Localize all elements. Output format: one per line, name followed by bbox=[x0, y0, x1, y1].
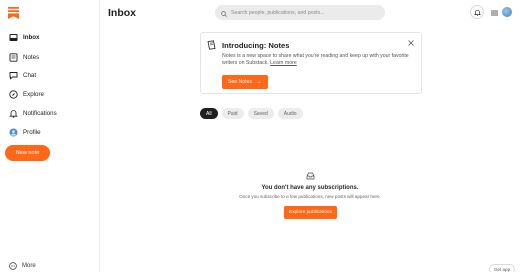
search-icon bbox=[221, 4, 227, 22]
empty-state-description: Once you subscribe to a few publications… bbox=[239, 194, 381, 199]
sidebar-item-label: Profile bbox=[23, 128, 41, 136]
sidebar: Inbox Notes Chat Explore Notifications P… bbox=[0, 0, 100, 272]
see-notes-label: See Notes bbox=[227, 79, 253, 85]
sidebar-item-label: Chat bbox=[23, 71, 37, 79]
sidebar-item-label: Notes bbox=[23, 53, 40, 61]
avatar-icon bbox=[9, 128, 18, 137]
search-input[interactable] bbox=[231, 9, 381, 16]
bell-icon bbox=[473, 3, 481, 21]
notes-intro-card: Introducing: Notes Notes is a new space … bbox=[200, 32, 422, 94]
notes-card-title: Introducing: Notes bbox=[222, 41, 290, 50]
sidebar-item-label: Notifications bbox=[23, 109, 57, 117]
close-icon[interactable] bbox=[407, 39, 415, 47]
sidebar-item-profile[interactable]: Profile bbox=[9, 125, 41, 139]
sidebar-item-chat[interactable]: Chat bbox=[9, 68, 36, 82]
compass-icon bbox=[9, 89, 18, 99]
sidebar-item-notes[interactable]: Notes bbox=[9, 50, 39, 64]
hamburger-icon bbox=[490, 3, 498, 21]
more-dots-icon bbox=[9, 262, 17, 270]
arrow-right-icon: → bbox=[256, 79, 263, 85]
chat-icon bbox=[9, 71, 18, 80]
filter-paid[interactable]: Paid bbox=[221, 108, 244, 119]
see-notes-button[interactable]: See Notes → bbox=[222, 75, 268, 89]
page-title: Inbox bbox=[108, 7, 136, 19]
sidebar-item-label: Inbox bbox=[23, 33, 40, 41]
empty-state-title: You don't have any subscriptions. bbox=[261, 185, 359, 191]
filter-audio[interactable]: Audio bbox=[277, 108, 303, 119]
notes-card-description: Notes is a new space to share what you'r… bbox=[222, 53, 412, 68]
inbox-tray-icon bbox=[306, 172, 315, 180]
filter-all[interactable]: All bbox=[200, 108, 218, 119]
user-avatar[interactable] bbox=[502, 7, 512, 17]
sidebar-item-notifications[interactable]: Notifications bbox=[9, 106, 57, 120]
get-app-button[interactable]: Get app bbox=[489, 264, 515, 272]
menu-button[interactable] bbox=[487, 5, 501, 19]
more-button[interactable]: More bbox=[9, 262, 36, 270]
notes-icon bbox=[207, 40, 216, 50]
sidebar-item-inbox[interactable]: Inbox bbox=[9, 30, 40, 44]
sidebar-item-explore[interactable]: Explore bbox=[9, 87, 44, 101]
inbox-filters: All Paid Saved Audio bbox=[200, 108, 307, 119]
more-label: More bbox=[22, 263, 36, 269]
notes-icon bbox=[9, 52, 18, 62]
filter-saved[interactable]: Saved bbox=[247, 108, 274, 119]
explore-publications-button[interactable]: Explore publications bbox=[284, 206, 337, 219]
sidebar-item-label: Explore bbox=[23, 90, 44, 98]
inbox-icon bbox=[9, 33, 18, 42]
search-bar[interactable] bbox=[215, 5, 385, 20]
notifications-button[interactable] bbox=[470, 5, 484, 19]
learn-more-link[interactable]: Learn more bbox=[270, 60, 297, 66]
substack-logo-icon[interactable] bbox=[8, 7, 19, 19]
bell-icon bbox=[9, 109, 18, 118]
new-note-button[interactable]: New note bbox=[5, 145, 50, 161]
notes-card-description-text: Notes is a new space to share what you'r… bbox=[222, 53, 409, 67]
